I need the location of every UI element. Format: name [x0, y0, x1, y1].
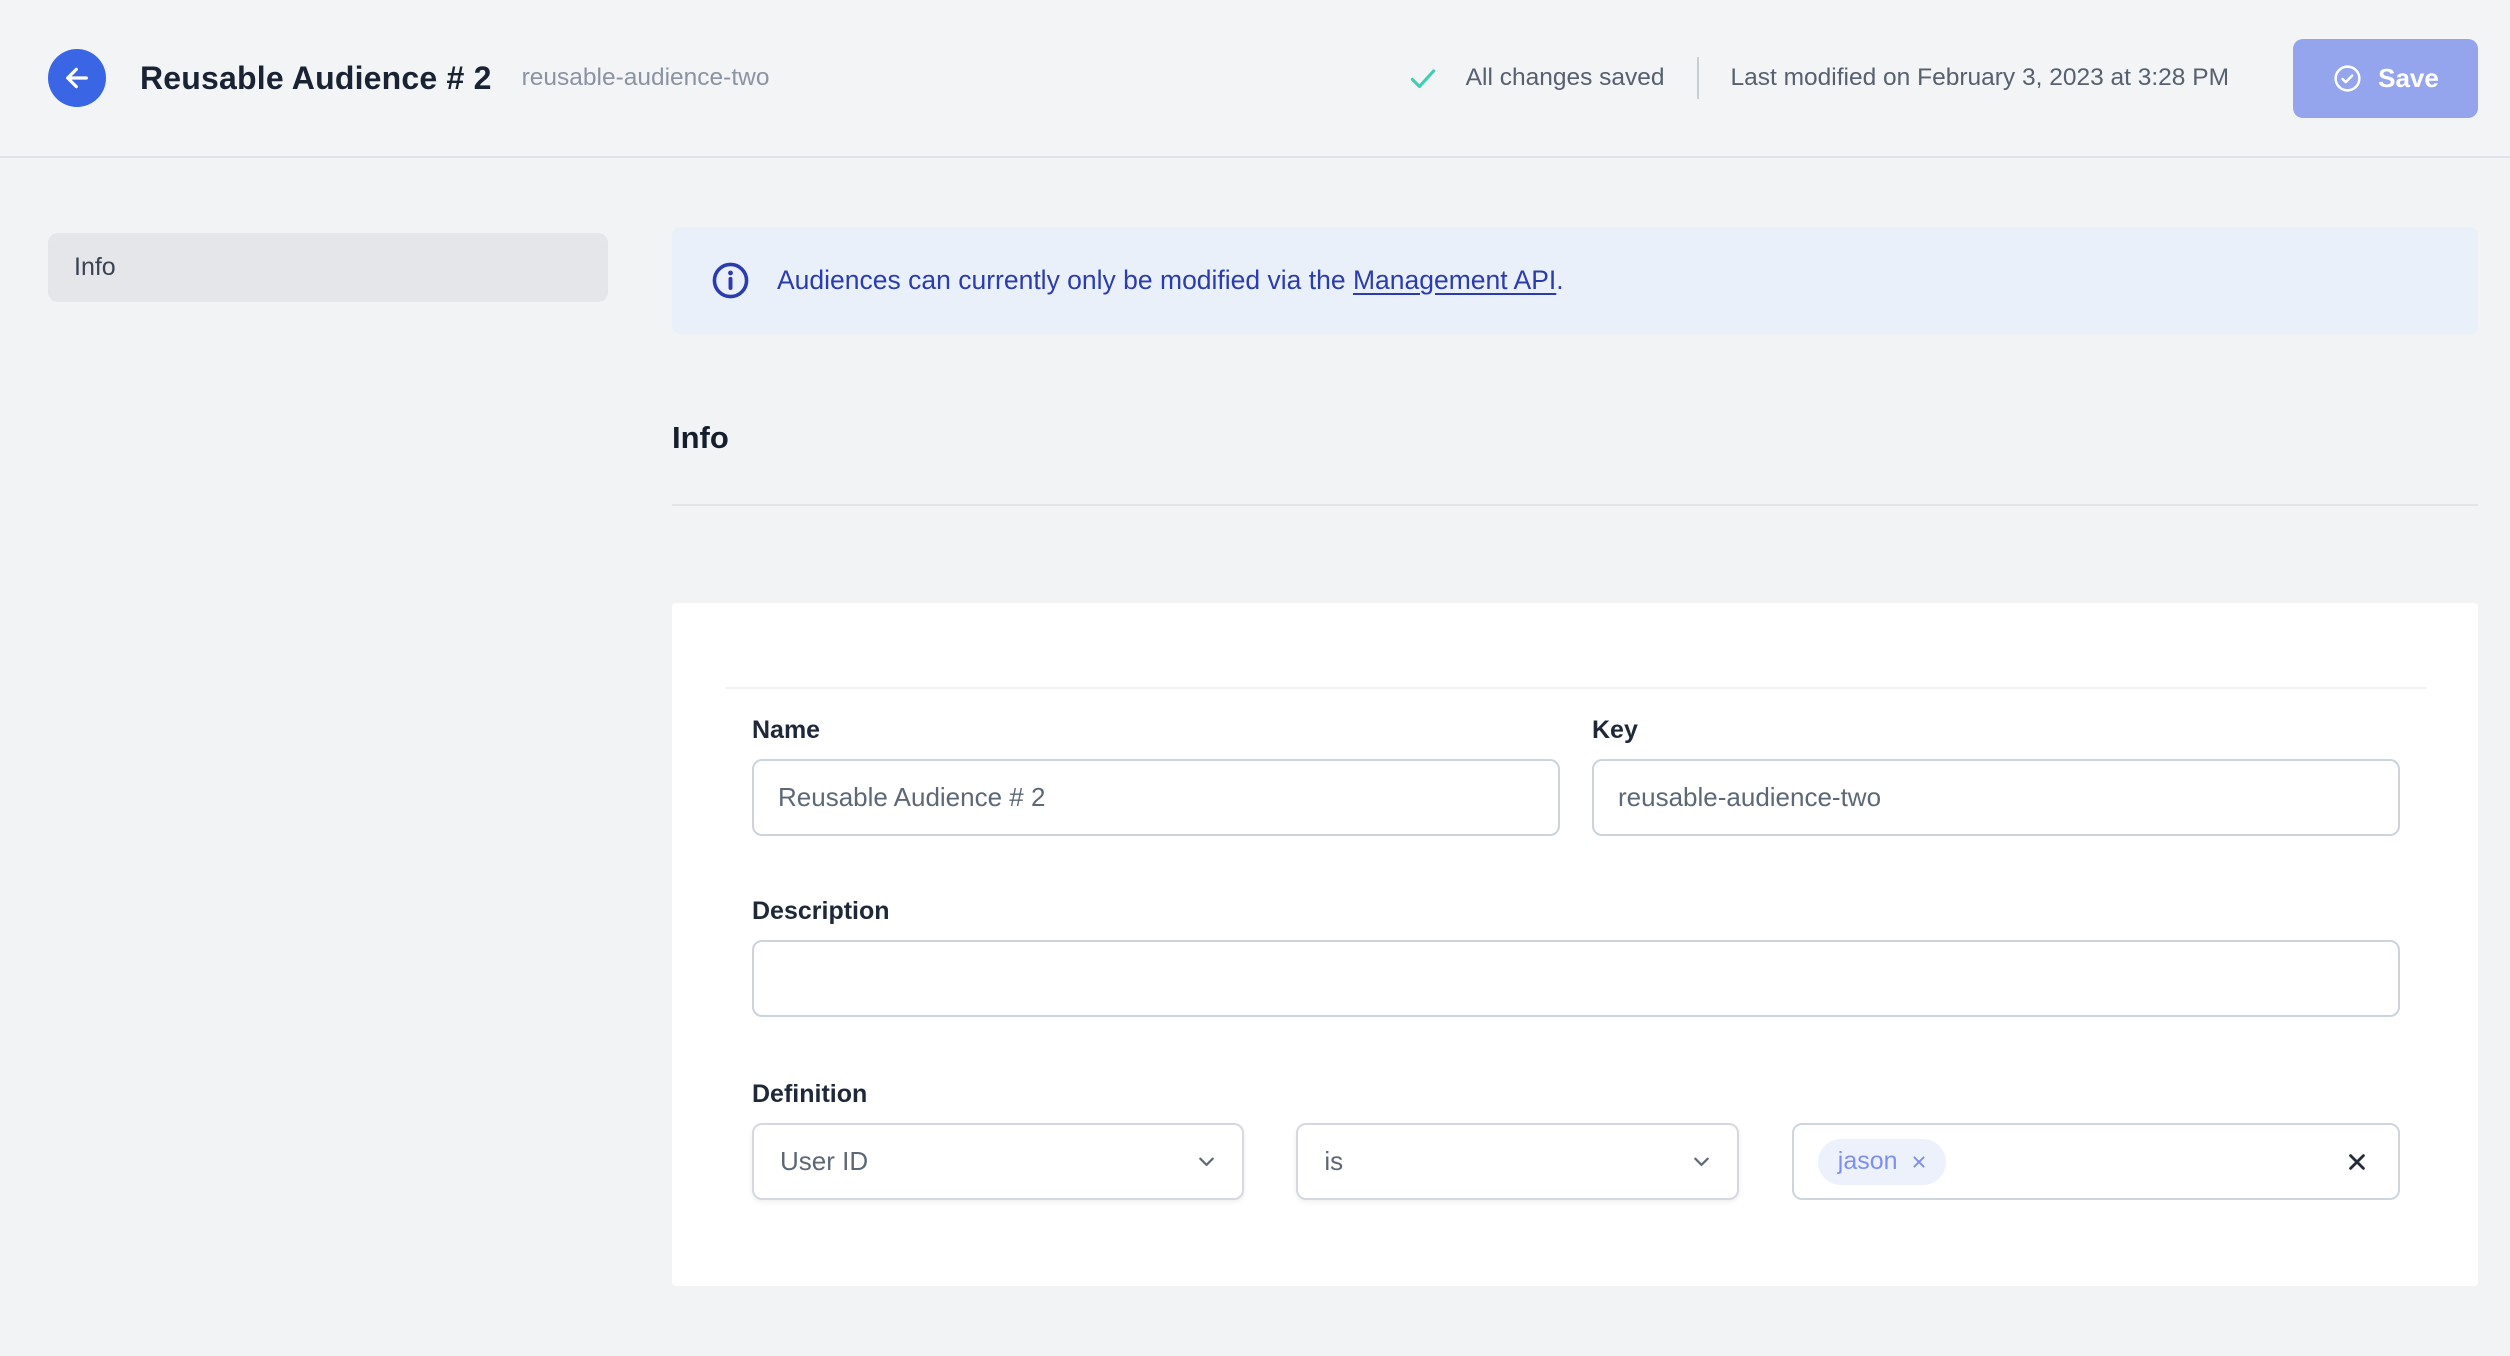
name-key-row: Name Key [752, 715, 2400, 836]
header-divider [1696, 57, 1699, 99]
operator-select[interactable]: is [1296, 1123, 1739, 1200]
section-title: Info [672, 420, 729, 455]
page-title: Reusable Audience # 2 [140, 59, 492, 96]
save-button[interactable]: Save [2293, 38, 2478, 118]
content-area: Info Audiences can currently only be mod… [0, 158, 2510, 1286]
chevron-down-icon [1193, 1148, 1220, 1175]
arrow-left-icon [61, 62, 93, 94]
saved-status-text: All changes saved [1465, 64, 1665, 91]
back-button[interactable] [48, 49, 106, 107]
banner-text-after: . [1556, 265, 1564, 295]
property-select-value: User ID [780, 1146, 869, 1176]
check-icon [1406, 61, 1440, 95]
info-banner: Audiences can currently only be modified… [672, 227, 2478, 334]
save-button-label: Save [2378, 62, 2439, 93]
description-label: Description [752, 897, 890, 925]
key-field: Key [1592, 715, 2400, 836]
last-modified-text: Last modified on February 3, 2023 at 3:2… [1730, 64, 2229, 91]
banner-text-before: Audiences can currently only be modified… [777, 265, 1353, 295]
close-icon [2343, 1148, 2371, 1176]
info-icon [710, 260, 751, 301]
section-divider [672, 504, 2478, 506]
name-field: Name [752, 715, 1560, 836]
name-label: Name [752, 716, 821, 744]
main-panel: Audiences can currently only be modified… [672, 227, 2478, 1286]
sidebar-item-label: Info [74, 253, 116, 281]
remove-value-icon[interactable] [1908, 1151, 1930, 1173]
saved-status: All changes saved [1406, 61, 1665, 95]
banner-message: Audiences can currently only be modified… [777, 265, 1564, 296]
definition-section: Definition User ID is jason [752, 1079, 2400, 1200]
property-select[interactable]: User ID [752, 1123, 1245, 1200]
sidebar-item-info[interactable]: Info [48, 233, 608, 302]
description-field: Description [752, 896, 2400, 1017]
page-subtitle-key: reusable-audience-two [521, 64, 770, 91]
description-input[interactable] [752, 940, 2400, 1017]
key-input[interactable] [1592, 759, 2400, 836]
info-card: Name Key Description Definition User ID [672, 603, 2478, 1286]
page-header: Reusable Audience # 2 reusable-audience-… [0, 0, 2510, 158]
clear-values-button[interactable] [2340, 1145, 2374, 1179]
definition-controls: User ID is jason [752, 1123, 2400, 1200]
values-input[interactable]: jason [1791, 1123, 2400, 1200]
value-chip-label: jason [1837, 1147, 1898, 1175]
operator-select-value: is [1324, 1146, 1344, 1176]
name-input[interactable] [752, 759, 1560, 836]
management-api-link[interactable]: Management API [1353, 265, 1556, 295]
key-label: Key [1592, 716, 1638, 744]
check-circle-icon [2332, 63, 2363, 94]
definition-label: Definition [752, 1080, 868, 1108]
card-top-divider [726, 687, 2426, 689]
chevron-down-icon [1688, 1148, 1715, 1175]
value-chip: jason [1817, 1138, 1946, 1185]
sidebar: Info [48, 227, 608, 302]
